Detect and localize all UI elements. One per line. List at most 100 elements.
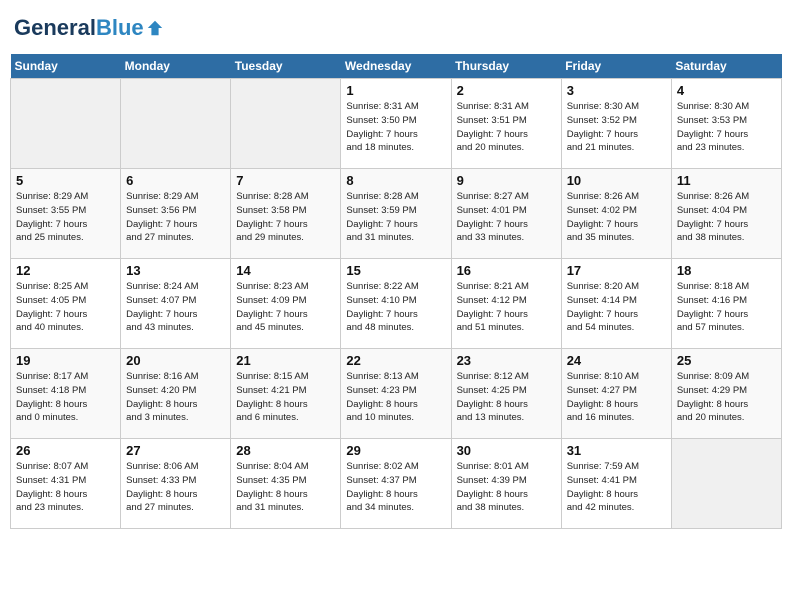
- day-number: 7: [236, 173, 335, 188]
- calendar-cell: 28Sunrise: 8:04 AM Sunset: 4:35 PM Dayli…: [231, 439, 341, 529]
- calendar-cell: 26 Sunrise: 8:07 AM Sunset: 4:31 PM Dayli…: [11, 439, 121, 529]
- day-number: 22: [346, 353, 445, 368]
- weekday-header-friday: Friday: [561, 54, 671, 79]
- day-info: Sunrise: 8:07 AM Sunset: 4:31 PM Dayligh…: [16, 460, 115, 515]
- calendar-cell: 6Sunrise: 8:29 AM Sunset: 3:56 PM Daylig…: [121, 169, 231, 259]
- day-info: Sunrise: 7:59 AM Sunset: 4:41 PM Dayligh…: [567, 460, 666, 515]
- calendar-cell: 18 Sunrise: 8:18 AM Sunset: 4:16 PM Dayli…: [671, 259, 781, 349]
- weekday-header-monday: Monday: [121, 54, 231, 79]
- day-number: 6: [126, 173, 225, 188]
- calendar-cell: 31 Sunrise: 7:59 AM Sunset: 4:41 PM Dayli…: [561, 439, 671, 529]
- day-info: Sunrise: 8:25 AM Sunset: 4:05 PM Dayligh…: [16, 280, 115, 335]
- calendar-cell: 5 Sunrise: 8:29 AM Sunset: 3:55 PM Daylig…: [11, 169, 121, 259]
- calendar-cell: 7 Sunrise: 8:28 AM Sunset: 3:58 PM Daylig…: [231, 169, 341, 259]
- calendar-cell: 10 Sunrise: 8:26 AM Sunset: 4:02 PM Dayli…: [561, 169, 671, 259]
- calendar-cell: 25Sunrise: 8:09 AM Sunset: 4:29 PM Dayli…: [671, 349, 781, 439]
- day-info: Sunrise: 8:30 AM Sunset: 3:53 PM Dayligh…: [677, 100, 776, 155]
- calendar-cell: 20 Sunrise: 8:16 AM Sunset: 4:20 PM Dayli…: [121, 349, 231, 439]
- calendar-week-row: 5 Sunrise: 8:29 AM Sunset: 3:55 PM Daylig…: [11, 169, 782, 259]
- day-number: 15: [346, 263, 445, 278]
- day-number: 25: [677, 353, 776, 368]
- day-number: 28: [236, 443, 335, 458]
- calendar-cell: 30Sunrise: 8:01 AM Sunset: 4:39 PM Dayli…: [451, 439, 561, 529]
- logo-icon: [146, 19, 164, 37]
- calendar-cell: 24 Sunrise: 8:10 AM Sunset: 4:27 PM Dayli…: [561, 349, 671, 439]
- day-info: Sunrise: 8:24 AM Sunset: 4:07 PM Dayligh…: [126, 280, 225, 335]
- logo-text: GeneralBlue: [14, 16, 144, 40]
- calendar-cell: 19Sunrise: 8:17 AM Sunset: 4:18 PM Dayli…: [11, 349, 121, 439]
- day-info: Sunrise: 8:16 AM Sunset: 4:20 PM Dayligh…: [126, 370, 225, 425]
- calendar-table: SundayMondayTuesdayWednesdayThursdayFrid…: [10, 54, 782, 529]
- calendar-cell: 11Sunrise: 8:26 AM Sunset: 4:04 PM Dayli…: [671, 169, 781, 259]
- day-info: Sunrise: 8:20 AM Sunset: 4:14 PM Dayligh…: [567, 280, 666, 335]
- day-info: Sunrise: 8:28 AM Sunset: 3:58 PM Dayligh…: [236, 190, 335, 245]
- day-number: 8: [346, 173, 445, 188]
- day-number: 17: [567, 263, 666, 278]
- weekday-header-sunday: Sunday: [11, 54, 121, 79]
- day-number: 31: [567, 443, 666, 458]
- day-number: 24: [567, 353, 666, 368]
- day-number: 2: [457, 83, 556, 98]
- calendar-cell: 12 Sunrise: 8:25 AM Sunset: 4:05 PM Dayli…: [11, 259, 121, 349]
- calendar-cell: [671, 439, 781, 529]
- calendar-cell: 23 Sunrise: 8:12 AM Sunset: 4:25 PM Dayli…: [451, 349, 561, 439]
- weekday-header-row: SundayMondayTuesdayWednesdayThursdayFrid…: [11, 54, 782, 79]
- day-info: Sunrise: 8:12 AM Sunset: 4:25 PM Dayligh…: [457, 370, 556, 425]
- weekday-header-tuesday: Tuesday: [231, 54, 341, 79]
- calendar-cell: 16 Sunrise: 8:21 AM Sunset: 4:12 PM Dayli…: [451, 259, 561, 349]
- calendar-cell: 4 Sunrise: 8:30 AM Sunset: 3:53 PM Daylig…: [671, 79, 781, 169]
- day-number: 13: [126, 263, 225, 278]
- day-info: Sunrise: 8:31 AM Sunset: 3:50 PM Dayligh…: [346, 100, 445, 155]
- calendar-week-row: 19Sunrise: 8:17 AM Sunset: 4:18 PM Dayli…: [11, 349, 782, 439]
- calendar-cell: 9 Sunrise: 8:27 AM Sunset: 4:01 PM Daylig…: [451, 169, 561, 259]
- day-number: 10: [567, 173, 666, 188]
- day-number: 9: [457, 173, 556, 188]
- logo: GeneralBlue: [14, 16, 164, 40]
- day-number: 30: [457, 443, 556, 458]
- day-info: Sunrise: 8:27 AM Sunset: 4:01 PM Dayligh…: [457, 190, 556, 245]
- day-info: Sunrise: 8:26 AM Sunset: 4:02 PM Dayligh…: [567, 190, 666, 245]
- day-number: 16: [457, 263, 556, 278]
- day-number: 21: [236, 353, 335, 368]
- day-info: Sunrise: 8:10 AM Sunset: 4:27 PM Dayligh…: [567, 370, 666, 425]
- day-info: Sunrise: 8:31 AM Sunset: 3:51 PM Dayligh…: [457, 100, 556, 155]
- day-number: 14: [236, 263, 335, 278]
- calendar-cell: [231, 79, 341, 169]
- day-info: Sunrise: 8:02 AM Sunset: 4:37 PM Dayligh…: [346, 460, 445, 515]
- calendar-cell: 29 Sunrise: 8:02 AM Sunset: 4:37 PM Dayli…: [341, 439, 451, 529]
- weekday-header-wednesday: Wednesday: [341, 54, 451, 79]
- day-number: 1: [346, 83, 445, 98]
- day-number: 20: [126, 353, 225, 368]
- calendar-cell: 21 Sunrise: 8:15 AM Sunset: 4:21 PM Dayli…: [231, 349, 341, 439]
- day-number: 23: [457, 353, 556, 368]
- day-info: Sunrise: 8:29 AM Sunset: 3:55 PM Dayligh…: [16, 190, 115, 245]
- calendar-week-row: 1 Sunrise: 8:31 AM Sunset: 3:50 PM Daylig…: [11, 79, 782, 169]
- calendar-cell: 8Sunrise: 8:28 AM Sunset: 3:59 PM Daylig…: [341, 169, 451, 259]
- calendar-week-row: 26 Sunrise: 8:07 AM Sunset: 4:31 PM Dayli…: [11, 439, 782, 529]
- day-info: Sunrise: 8:18 AM Sunset: 4:16 PM Dayligh…: [677, 280, 776, 335]
- calendar-cell: [121, 79, 231, 169]
- day-info: Sunrise: 8:26 AM Sunset: 4:04 PM Dayligh…: [677, 190, 776, 245]
- calendar-cell: 22 Sunrise: 8:13 AM Sunset: 4:23 PM Dayli…: [341, 349, 451, 439]
- calendar-cell: 14 Sunrise: 8:23 AM Sunset: 4:09 PM Dayli…: [231, 259, 341, 349]
- day-number: 12: [16, 263, 115, 278]
- day-info: Sunrise: 8:15 AM Sunset: 4:21 PM Dayligh…: [236, 370, 335, 425]
- day-number: 4: [677, 83, 776, 98]
- day-number: 3: [567, 83, 666, 98]
- day-number: 26: [16, 443, 115, 458]
- day-info: Sunrise: 8:06 AM Sunset: 4:33 PM Dayligh…: [126, 460, 225, 515]
- weekday-header-saturday: Saturday: [671, 54, 781, 79]
- day-number: 18: [677, 263, 776, 278]
- day-info: Sunrise: 8:13 AM Sunset: 4:23 PM Dayligh…: [346, 370, 445, 425]
- weekday-header-thursday: Thursday: [451, 54, 561, 79]
- day-info: Sunrise: 8:21 AM Sunset: 4:12 PM Dayligh…: [457, 280, 556, 335]
- day-info: Sunrise: 8:23 AM Sunset: 4:09 PM Dayligh…: [236, 280, 335, 335]
- calendar-cell: 15Sunrise: 8:22 AM Sunset: 4:10 PM Dayli…: [341, 259, 451, 349]
- day-number: 19: [16, 353, 115, 368]
- day-number: 5: [16, 173, 115, 188]
- calendar-cell: 1 Sunrise: 8:31 AM Sunset: 3:50 PM Daylig…: [341, 79, 451, 169]
- day-info: Sunrise: 8:30 AM Sunset: 3:52 PM Dayligh…: [567, 100, 666, 155]
- calendar-cell: 17 Sunrise: 8:20 AM Sunset: 4:14 PM Dayli…: [561, 259, 671, 349]
- day-number: 29: [346, 443, 445, 458]
- calendar-cell: [11, 79, 121, 169]
